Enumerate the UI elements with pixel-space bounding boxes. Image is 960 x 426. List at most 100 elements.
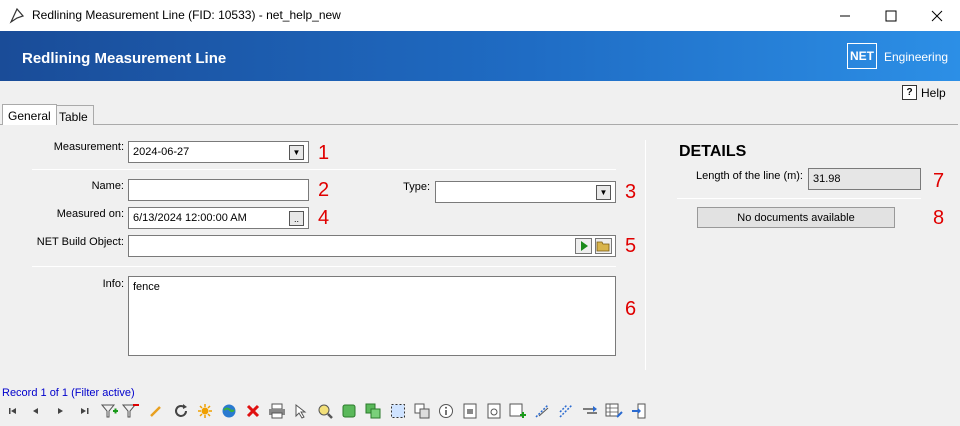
add-filter-button[interactable] xyxy=(101,402,119,420)
measure-icon xyxy=(559,404,573,418)
next-record-icon xyxy=(58,408,63,414)
type-dropdown-button[interactable]: ▼ xyxy=(596,185,611,200)
tab-table[interactable]: Table xyxy=(53,105,94,125)
line-tool-button[interactable] xyxy=(533,402,551,420)
layers-button[interactable] xyxy=(413,402,431,420)
add-record-icon xyxy=(509,403,526,418)
highlight-icon xyxy=(198,404,212,418)
exit-icon xyxy=(632,403,646,419)
report-button[interactable] xyxy=(461,402,479,420)
measurement-dropdown-button[interactable]: ▼ xyxy=(289,145,304,160)
play-icon xyxy=(581,241,588,251)
documents-button[interactable]: No documents available xyxy=(697,207,895,228)
last-record-icon xyxy=(81,408,89,414)
date-picker-button[interactable]: .. xyxy=(289,211,304,226)
remove-filter-button[interactable] xyxy=(122,402,140,420)
info-textarea[interactable]: fence xyxy=(128,276,616,356)
copy-geometry-button[interactable] xyxy=(340,402,358,420)
line-tool-icon xyxy=(535,404,549,418)
measured-on-value: 6/13/2024 12:00:00 AM xyxy=(133,212,247,224)
zoom-icon xyxy=(318,404,333,419)
select-area-button[interactable] xyxy=(389,402,407,420)
info-label: Info: xyxy=(102,278,124,290)
highlight-button[interactable] xyxy=(196,402,214,420)
document-button[interactable] xyxy=(485,402,503,420)
marker-4: 4 xyxy=(318,207,330,229)
chevron-down-icon: ▼ xyxy=(292,148,301,157)
run-button[interactable] xyxy=(575,238,592,254)
layers-icon xyxy=(414,403,430,419)
print-button[interactable] xyxy=(268,402,286,420)
zoom-button[interactable] xyxy=(316,402,334,420)
app-icon xyxy=(9,7,25,24)
next-record-button[interactable] xyxy=(51,402,69,420)
web-button[interactable] xyxy=(220,402,238,420)
help-icon: ? xyxy=(902,85,917,100)
refresh-button[interactable] xyxy=(172,402,190,420)
help-label: Help xyxy=(921,85,946,100)
banner-title: Redlining Measurement Line xyxy=(22,50,227,67)
add-record-button[interactable] xyxy=(509,402,527,420)
net-logo: NET xyxy=(847,43,877,69)
length-label: Length of the line (m): xyxy=(695,170,803,182)
date-picker-label: .. xyxy=(293,213,299,224)
edit-icon xyxy=(150,406,161,417)
maximize-button[interactable] xyxy=(868,0,914,31)
split-button[interactable] xyxy=(581,402,599,420)
build-object-input[interactable] xyxy=(128,235,616,257)
build-object-label: NET Build Object: xyxy=(36,236,124,248)
close-icon xyxy=(931,10,943,21)
minimize-button[interactable] xyxy=(822,0,868,31)
help-button[interactable]: ? Help xyxy=(902,85,946,100)
measure-button[interactable] xyxy=(557,402,575,420)
type-select[interactable] xyxy=(435,181,616,203)
select-button[interactable] xyxy=(292,402,310,420)
duplicate-icon xyxy=(365,403,381,419)
tab-general[interactable]: General xyxy=(2,104,57,125)
measurement-value: 2024-06-27 xyxy=(133,146,190,158)
exit-button[interactable] xyxy=(630,402,648,420)
length-value-box: 31.98 xyxy=(808,168,921,190)
delete-icon xyxy=(246,404,260,418)
delete-button[interactable] xyxy=(244,402,262,420)
previous-record-icon xyxy=(33,408,38,414)
refresh-icon xyxy=(175,404,187,417)
chevron-down-icon: ▼ xyxy=(599,188,608,197)
marker-5: 5 xyxy=(625,235,637,257)
edit-button[interactable] xyxy=(147,402,165,420)
close-button[interactable] xyxy=(914,0,960,31)
marker-2: 2 xyxy=(318,179,330,201)
info-value: fence xyxy=(133,281,160,293)
info-button[interactable] xyxy=(437,402,455,420)
logo-text: Engineering xyxy=(884,50,949,64)
measurement-label: Measurement: xyxy=(53,141,124,153)
window-title: Redlining Measurement Line (FID: 10533) … xyxy=(32,8,341,22)
measured-on-input[interactable]: 6/13/2024 12:00:00 AM xyxy=(128,207,309,229)
marker-8: 8 xyxy=(933,207,945,229)
tab-general-label: General xyxy=(8,109,51,123)
copy-geometry-icon xyxy=(342,404,356,418)
add-filter-icon xyxy=(101,404,118,418)
browse-button[interactable] xyxy=(595,238,612,254)
split-icon xyxy=(583,406,597,414)
documents-label: No documents available xyxy=(737,212,855,224)
bottom-toolbar xyxy=(0,400,960,424)
first-record-button[interactable] xyxy=(5,402,23,420)
panel-divider xyxy=(645,140,646,370)
title-bar: Redlining Measurement Line (FID: 10533) … xyxy=(0,0,960,31)
marker-3: 3 xyxy=(625,181,637,203)
duplicate-button[interactable] xyxy=(364,402,382,420)
separator xyxy=(677,198,921,199)
type-label: Type: xyxy=(403,181,430,193)
last-record-button[interactable] xyxy=(75,402,93,420)
name-input[interactable] xyxy=(128,179,309,201)
report-icon xyxy=(463,403,477,419)
web-icon xyxy=(222,404,236,418)
measurement-select[interactable]: 2024-06-27 xyxy=(128,141,309,163)
marker-1: 1 xyxy=(318,142,330,164)
measured-on-label: Measured on: xyxy=(56,208,124,220)
document-icon xyxy=(487,403,501,419)
previous-record-button[interactable] xyxy=(27,402,45,420)
table-edit-button[interactable] xyxy=(605,402,623,420)
select-area-icon xyxy=(391,404,405,418)
